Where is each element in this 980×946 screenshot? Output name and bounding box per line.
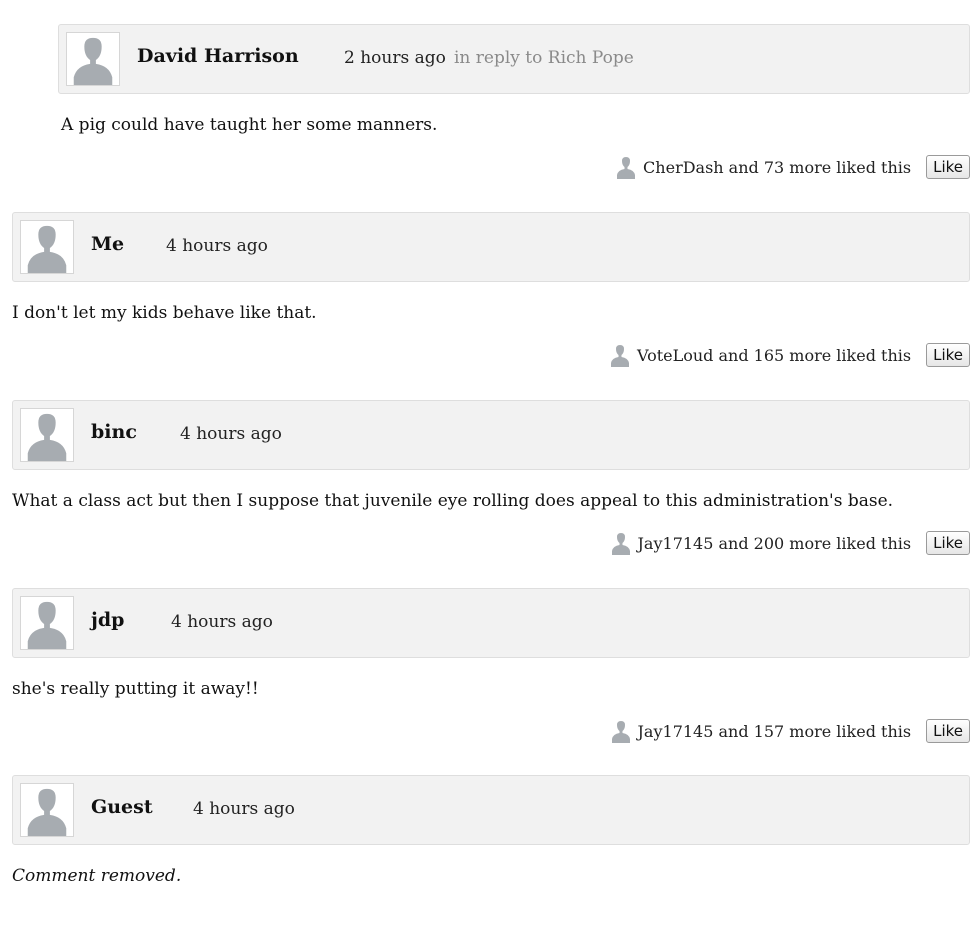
likes-summary[interactable]: Jay17145 and 157 more liked this <box>638 722 912 741</box>
comment-body: A pig could have taught her some manners… <box>61 115 438 135</box>
comment-item: Me 4 hours ago I don't let my kids behav… <box>12 212 970 369</box>
like-button[interactable]: Like <box>926 155 970 179</box>
avatar-icon[interactable] <box>20 783 74 837</box>
avatar-icon[interactable] <box>20 596 74 650</box>
avatar-icon[interactable] <box>20 220 74 274</box>
comment-header: David Harrison 2 hours ago in reply to R… <box>58 24 970 94</box>
comment-timestamp[interactable]: 4 hours ago <box>171 612 273 632</box>
comment-thread: David Harrison 2 hours ago in reply to R… <box>0 0 980 946</box>
comment-timestamp[interactable]: 2 hours ago <box>344 48 446 68</box>
reply-to-link[interactable]: in reply to Rich Pope <box>454 48 634 68</box>
likes-row: VoteLoud and 165 more liked this Like <box>12 341 970 369</box>
avatar-icon[interactable] <box>20 408 74 462</box>
like-button[interactable]: Like <box>926 719 970 743</box>
likes-summary[interactable]: VoteLoud and 165 more liked this <box>637 346 911 365</box>
likes-summary[interactable]: Jay17145 and 200 more liked this <box>638 534 912 553</box>
like-button[interactable]: Like <box>926 343 970 367</box>
avatar-icon[interactable] <box>66 32 120 86</box>
comment-item: David Harrison 2 hours ago in reply to R… <box>58 24 970 181</box>
comment-item: jdp 4 hours ago she's really putting it … <box>12 588 970 745</box>
liker-avatar-icon[interactable] <box>608 531 633 555</box>
comment-body: Comment removed. <box>12 866 182 886</box>
like-button[interactable]: Like <box>926 531 970 555</box>
likes-summary[interactable]: CherDash and 73 more liked this <box>643 158 911 177</box>
liker-avatar-icon[interactable] <box>614 155 639 179</box>
likes-row: CherDash and 73 more liked this Like <box>58 153 970 181</box>
likes-row: Jay17145 and 157 more liked this Like <box>12 717 970 745</box>
comment-author[interactable]: Me <box>91 233 124 255</box>
comment-timestamp[interactable]: 4 hours ago <box>180 424 282 444</box>
comment-timestamp[interactable]: 4 hours ago <box>166 236 268 256</box>
comment-author[interactable]: jdp <box>91 609 124 631</box>
comment-body: she's really putting it away!! <box>12 679 259 699</box>
liker-avatar-icon[interactable] <box>607 343 632 367</box>
likes-row: Jay17145 and 200 more liked this Like <box>12 529 970 557</box>
comment-item: Guest 4 hours ago Comment removed. <box>12 775 970 886</box>
liker-avatar-icon[interactable] <box>608 719 633 743</box>
comment-author[interactable]: Guest <box>91 796 153 818</box>
comment-header: Guest 4 hours ago <box>12 775 970 845</box>
comment-header: binc 4 hours ago <box>12 400 970 470</box>
comment-item: binc 4 hours ago What a class act but th… <box>12 400 970 557</box>
comment-author[interactable]: David Harrison <box>137 45 299 67</box>
comment-body: What a class act but then I suppose that… <box>12 491 894 511</box>
comment-header: jdp 4 hours ago <box>12 588 970 658</box>
comment-author[interactable]: binc <box>91 421 137 443</box>
comment-body: I don't let my kids behave like that. <box>12 303 317 323</box>
comment-timestamp[interactable]: 4 hours ago <box>193 799 295 819</box>
comment-header: Me 4 hours ago <box>12 212 970 282</box>
